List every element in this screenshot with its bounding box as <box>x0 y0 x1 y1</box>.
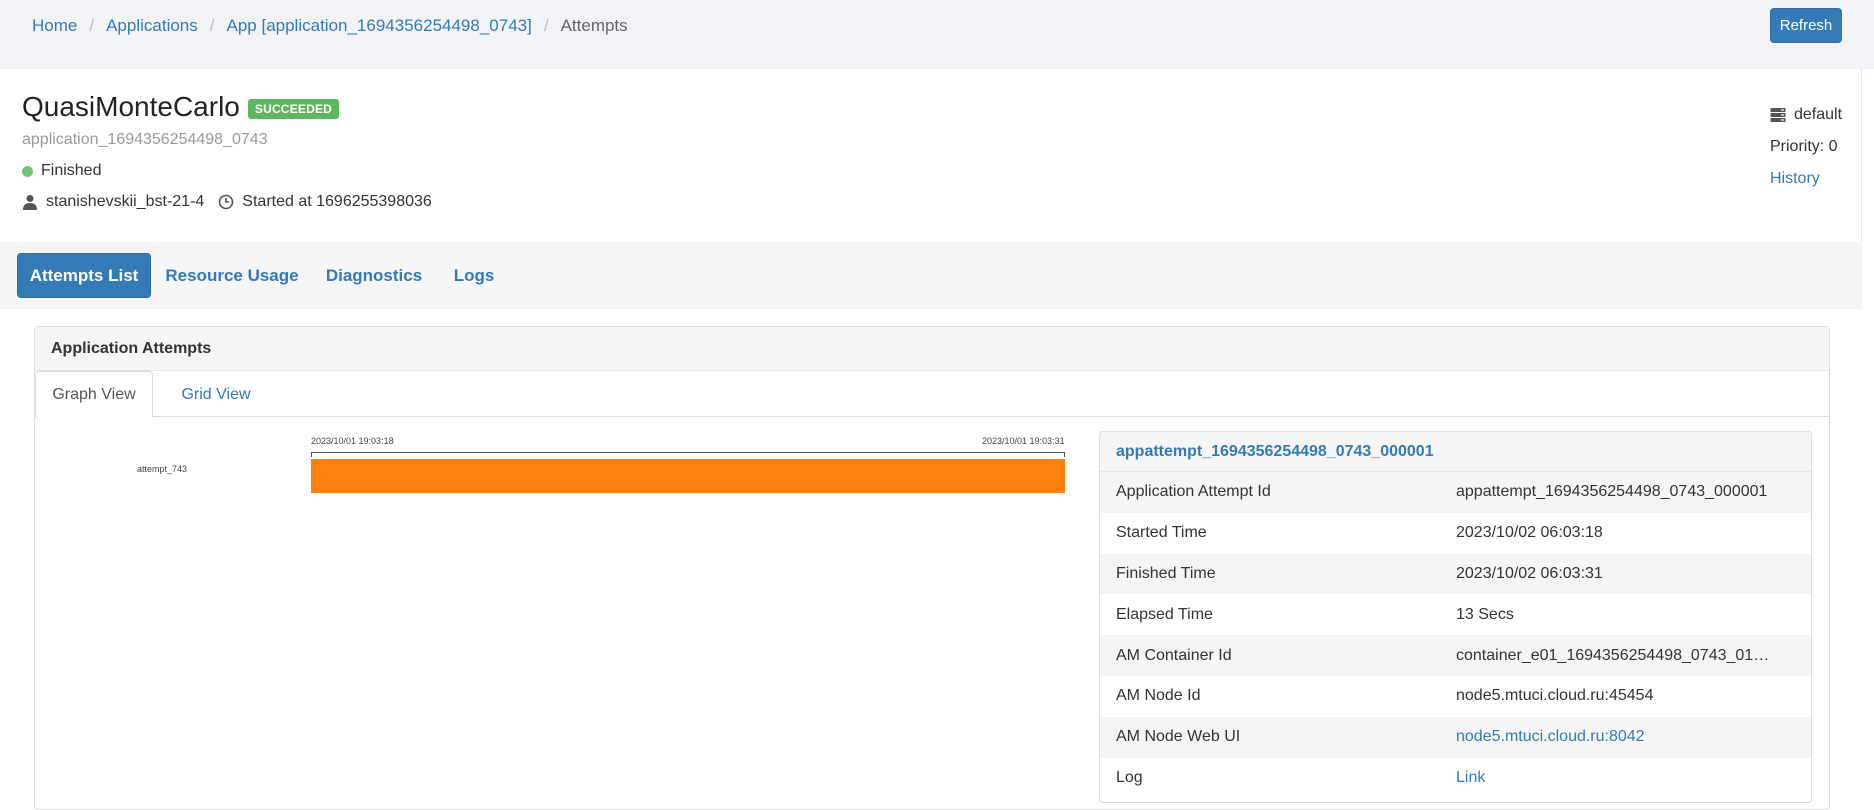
timeline-tick <box>311 452 312 457</box>
attempt-detail-card: appattempt_1694356254498_0743_000001 App… <box>1099 431 1812 803</box>
server-stack-icon <box>1770 107 1786 123</box>
breadcrumb-separator: / <box>89 16 95 35</box>
priority: Priority: 0 <box>1770 138 1838 155</box>
app-meta: stanishevskii_bst-21-4 Started at 169625… <box>22 193 432 211</box>
tab-grid-view[interactable]: Grid View <box>157 371 275 418</box>
field-row-finished-time: Finished Time 2023/10/02 06:03:31 <box>1100 553 1811 595</box>
app-header: QuasiMonteCarlo SUCCEEDED application_16… <box>0 69 1862 242</box>
field-value: appattempt_1694356254498_0743_000001 <box>1456 483 1768 501</box>
field-label: Elapsed Time <box>1116 605 1213 623</box>
field-value: 2023/10/02 06:03:31 <box>1456 564 1603 582</box>
log-link[interactable]: Link <box>1456 769 1776 787</box>
field-value: node5.mtuci.cloud.ru:45454 <box>1456 687 1654 705</box>
timeline-end-label: 2023/10/01 19:03:31 <box>982 436 1065 446</box>
field-row-started-time: Started Time 2023/10/02 06:03:18 <box>1100 513 1811 554</box>
field-row-attempt-id: Application Attempt Id appattempt_169435… <box>1100 472 1811 513</box>
attempt-timeline: 2023/10/01 19:03:18 2023/10/01 19:03:31 … <box>35 419 1095 799</box>
field-row-am-node-id: AM Node Id node5.mtuci.cloud.ru:45454 <box>1100 676 1811 717</box>
field-row-log: Log Link <box>1100 758 1811 799</box>
history-link[interactable]: History <box>1770 170 1820 188</box>
field-label: AM Container Id <box>1116 646 1232 664</box>
field-row-am-node-web-ui: AM Node Web UI node5.mtuci.cloud.ru:8042 <box>1100 716 1811 758</box>
app-user: stanishevskii_bst-21-4 <box>46 193 205 210</box>
tab-attempts-list[interactable]: Attempts List <box>17 253 151 298</box>
clock-icon <box>218 194 234 210</box>
attempt-title[interactable]: appattempt_1694356254498_0743_000001 <box>1100 432 1811 472</box>
view-tabs: Graph View Grid View <box>35 371 1829 418</box>
refresh-button[interactable]: Refresh <box>1770 8 1842 43</box>
field-label: AM Node Id <box>1116 687 1201 705</box>
field-label: Application Attempt Id <box>1116 483 1271 501</box>
breadcrumb-separator: / <box>209 16 215 35</box>
panel-title: Application Attempts <box>35 327 1829 371</box>
field-value: 13 Secs <box>1456 605 1514 623</box>
field-label: AM Node Web UI <box>1116 728 1241 746</box>
field-row-elapsed-time: Elapsed Time 13 Secs <box>1100 594 1811 635</box>
breadcrumb-bar: Home / Applications / App [application_1… <box>0 0 1874 69</box>
tab-graph-view[interactable]: Graph View <box>35 371 153 418</box>
timeline-row-label: attempt_743 <box>136 464 188 474</box>
app-started: Started at 1696255398036 <box>242 193 432 210</box>
status-dot-icon <box>22 165 33 177</box>
queue-name: default <box>1794 106 1843 123</box>
app-id: application_1694356254498_0743 <box>22 131 268 148</box>
tab-resource-usage[interactable]: Resource Usage <box>160 253 304 298</box>
breadcrumb-separator: / <box>543 16 549 35</box>
app-summary: default Priority: 0 History <box>1770 99 1842 195</box>
field-label: Started Time <box>1116 524 1207 542</box>
main-tabs: Attempts List Resource Usage Diagnostics… <box>0 242 1862 309</box>
field-label: Log <box>1116 768 1143 786</box>
field-value: 2023/10/02 06:03:18 <box>1456 524 1603 542</box>
am-node-web-ui-link[interactable]: node5.mtuci.cloud.ru:8042 <box>1456 728 1776 746</box>
user-icon <box>22 194 38 210</box>
status-badge: SUCCEEDED <box>247 99 340 119</box>
attempt-bar[interactable] <box>311 459 1065 493</box>
attempt-fields: Application Attempt Id appattempt_169435… <box>1100 472 1811 798</box>
field-row-am-container-id: AM Container Id container_e01_1694356254… <box>1100 635 1811 676</box>
field-label: Finished Time <box>1116 564 1216 582</box>
timeline-tick <box>1064 452 1065 457</box>
breadcrumb-applications[interactable]: Applications <box>106 16 198 36</box>
timeline-axis <box>311 452 1065 453</box>
timeline-start-label: 2023/10/01 19:03:18 <box>311 436 394 446</box>
breadcrumb: Home / Applications / App [application_1… <box>32 16 628 36</box>
tab-logs[interactable]: Logs <box>444 253 504 298</box>
app-title-row: QuasiMonteCarlo SUCCEEDED <box>22 91 340 123</box>
field-value: container_e01_1694356254498_0743_01_… <box>1456 646 1776 664</box>
breadcrumb-current: Attempts <box>560 16 628 35</box>
queue-row: default <box>1770 99 1842 131</box>
app-name: QuasiMonteCarlo <box>22 91 240 122</box>
breadcrumb-app[interactable]: App [application_1694356254498_0743] <box>227 16 532 36</box>
breadcrumb-home[interactable]: Home <box>32 16 77 36</box>
app-state-label: Finished <box>41 162 102 179</box>
app-state: Finished <box>22 162 101 180</box>
tab-diagnostics[interactable]: Diagnostics <box>316 253 432 298</box>
application-attempts-panel: Application Attempts Graph View Grid Vie… <box>34 326 1830 810</box>
